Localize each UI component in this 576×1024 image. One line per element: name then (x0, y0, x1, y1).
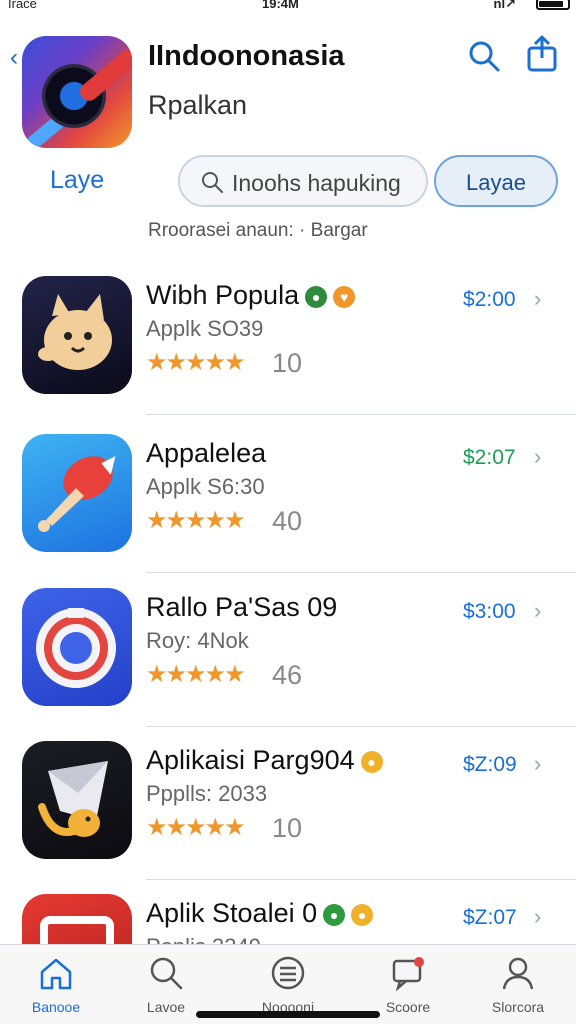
signal-indicator: nl↗ (493, 0, 516, 11)
app-icon (22, 276, 132, 394)
back-chevron-icon[interactable]: ‹ (10, 44, 18, 72)
list-item[interactable]: Appalelea Applk S6:30 ★★★★★ 40 $2:07 › (0, 434, 576, 586)
search-placeholder: Inoohs hapuking (232, 170, 401, 196)
app-icon (22, 434, 132, 552)
app-name: Appalelea (146, 438, 267, 468)
layae-button[interactable]: Layae (434, 155, 558, 207)
status-bar: Irace 19:4M nl↗ (0, 0, 576, 14)
search-input[interactable]: Inoohs hapuking (178, 155, 428, 207)
carrier-label: Irace (8, 0, 37, 11)
star-rating: ★★★★★ (146, 661, 246, 688)
home-icon (40, 958, 72, 990)
tab-slorcora[interactable]: Slorcora (466, 945, 570, 1024)
battery-icon (536, 0, 570, 10)
app-subtitle: Applk SO39 (146, 316, 264, 341)
page-subtitle: Rpalkan (148, 90, 248, 120)
tab-label: Slorcora (491, 999, 545, 1015)
search-icon (150, 957, 183, 990)
search-icon[interactable] (466, 38, 502, 74)
tab-banooe[interactable]: Banooe (4, 945, 108, 1024)
person-icon (502, 957, 534, 990)
price-label[interactable]: $Z:09 (463, 753, 517, 777)
chevron-right-icon: › (534, 444, 542, 469)
pin-badge-icon: ● (351, 903, 374, 926)
home-indicator (196, 1011, 380, 1018)
list-item[interactable]: Aplik Stoalei 0●● Poplis 3349 $Z:07 › (0, 894, 576, 944)
shield-badge-icon: ● (305, 285, 328, 308)
clock-badge-icon: ● (323, 903, 346, 926)
chevron-right-icon: › (534, 751, 542, 776)
app-subtitle: Ppplls: 2033 (146, 781, 268, 806)
app-subtitle: Applk S6:30 (146, 474, 265, 499)
app-name: Aplik Stoalei 0 ● ● (146, 898, 374, 929)
chevron-right-icon: › (534, 598, 542, 623)
rating-count: 10 (272, 348, 303, 378)
star-rating: ★★★★★ (146, 349, 246, 376)
layae-button-label: Layae (466, 170, 526, 195)
share-icon[interactable] (522, 34, 562, 74)
app-name: Rallo Pa'Sas 09 (146, 592, 338, 622)
divider (146, 726, 576, 727)
list-icon (271, 956, 305, 990)
divider (146, 414, 576, 415)
heart-badge-icon: ♥ (333, 285, 356, 308)
breadcrumb: Rroorasei anaun: · Bargar (148, 220, 368, 241)
app-icon (22, 894, 132, 944)
rating-count: 46 (272, 660, 303, 690)
price-label[interactable]: $Z:07 (463, 906, 517, 930)
app-name: Aplikaisi Parg904 ● (146, 745, 383, 776)
list-item[interactable]: Aplikaisi Parg904 ● Ppplls: 2033 ★★★★★ 10… (0, 741, 576, 893)
clock-label: 19:4M (262, 0, 299, 11)
pin-badge-icon: ● (360, 750, 383, 773)
magnifier-icon (200, 170, 224, 194)
chevron-right-icon: › (534, 286, 542, 311)
app-icon (22, 588, 132, 706)
rating-count: 40 (272, 506, 303, 536)
page-title: IIndoononasia (148, 40, 345, 72)
price-label[interactable]: $2:07 (463, 446, 516, 470)
app-hero-icon (22, 36, 132, 148)
app-subtitle: Poplis 3349 (146, 934, 261, 944)
list-item[interactable]: Wibh Popula ● ♥ Applk SO39 ★★★★★ 10 $2:00 … (0, 276, 576, 428)
chevron-right-icon: › (534, 904, 542, 929)
rating-count: 10 (272, 813, 303, 843)
star-rating: ★★★★★ (146, 507, 246, 534)
app-subtitle: Roy: 4Nok (146, 628, 249, 653)
divider (146, 572, 576, 573)
list-item[interactable]: Rallo Pa'Sas 09 Roy: 4Nok ★★★★★ 46 $3:00… (0, 588, 576, 740)
app-name: Wibh Popula ● ♥ (146, 280, 356, 311)
tab-label: Banooe (31, 999, 81, 1015)
app-icon (22, 741, 132, 859)
price-label[interactable]: $2:00 (463, 288, 516, 312)
hero-label[interactable]: Laye (50, 166, 104, 195)
star-rating: ★★★★★ (146, 814, 246, 841)
divider (146, 879, 576, 880)
message-icon (392, 957, 424, 991)
price-label[interactable]: $3:00 (463, 600, 516, 624)
